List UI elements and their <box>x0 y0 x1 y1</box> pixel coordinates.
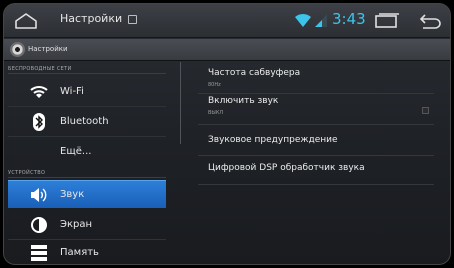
recents-icon[interactable] <box>374 13 400 29</box>
status-bar: Настройки 3:43 <box>4 4 450 38</box>
pref-enable-sound[interactable]: Включить звук ВЫКЛ <box>194 96 440 122</box>
section-header-wireless: БЕСПРОВОДНЫЕ СЕТИ <box>8 66 72 72</box>
nav-item-label: Ещё... <box>60 146 92 157</box>
pref-divider <box>198 184 434 185</box>
status-clock: 3:43 <box>332 10 366 28</box>
nav-item-storage[interactable]: Память <box>8 240 166 264</box>
settings-screen: Настройки 3:43 Настройки БЕСПРОВОДНЫЕ СЕ… <box>3 3 451 265</box>
pref-summary: 80Hz <box>208 82 221 88</box>
pref-divider <box>198 124 434 125</box>
nav-divider <box>8 136 166 137</box>
pane-divider <box>180 62 181 144</box>
storage-icon <box>31 245 47 261</box>
wifi-icon <box>295 13 311 27</box>
back-icon[interactable] <box>420 12 442 30</box>
nav-item-display[interactable]: Экран <box>8 212 166 238</box>
pref-dsp-processor[interactable]: Цифровой DSP обработчик звука <box>194 160 440 180</box>
sd-card-icon <box>128 15 137 24</box>
signal-icon <box>315 14 327 27</box>
pref-divider <box>198 155 434 156</box>
pref-title: Цифровой DSP обработчик звука <box>208 163 365 173</box>
section-divider <box>8 177 166 178</box>
pref-sound-warning[interactable]: Звуковое предупреждение <box>194 132 440 152</box>
home-icon[interactable] <box>14 12 38 30</box>
action-bar-title: Настройки <box>28 45 68 53</box>
nav-item-wifi[interactable]: Wi-Fi <box>8 79 166 105</box>
nav-item-label: Звук <box>60 189 85 200</box>
action-bar: Настройки <box>4 39 450 61</box>
pref-title: Включить звук <box>208 96 279 106</box>
brightness-icon <box>31 217 47 233</box>
nav-item-label: Экран <box>60 219 93 230</box>
pref-title: Частота сабвуфера <box>208 68 301 78</box>
settings-categories: БЕСПРОВОДНЫЕ СЕТИ Wi-Fi Bluetooth Ещё...… <box>4 62 174 264</box>
nav-item-bluetooth[interactable]: Bluetooth <box>8 109 166 135</box>
pref-divider <box>198 93 434 94</box>
nav-item-label: Память <box>60 247 99 258</box>
wifi-icon <box>30 86 48 98</box>
section-divider <box>8 73 166 74</box>
settings-app-icon[interactable] <box>10 42 25 57</box>
nav-item-sound[interactable]: Звук <box>8 180 166 208</box>
sound-icon <box>31 188 47 202</box>
nav-divider <box>8 106 166 107</box>
enable-sound-checkbox[interactable] <box>422 107 429 114</box>
nav-item-label: Wi-Fi <box>60 86 84 97</box>
nav-item-more[interactable]: Ещё... <box>8 139 166 165</box>
status-app-title: Настройки <box>60 12 123 25</box>
pref-summary: ВЫКЛ <box>208 110 224 116</box>
pref-subwoofer-frequency[interactable]: Частота сабвуфера 80Hz <box>194 68 440 92</box>
pref-title: Звуковое предупреждение <box>208 135 338 145</box>
sound-preferences: Частота сабвуфера 80Hz Включить звук ВЫК… <box>194 62 444 264</box>
nav-item-label: Bluetooth <box>60 116 109 127</box>
section-header-device: УСТРОЙСТВО <box>8 170 46 176</box>
bluetooth-icon <box>33 113 45 131</box>
